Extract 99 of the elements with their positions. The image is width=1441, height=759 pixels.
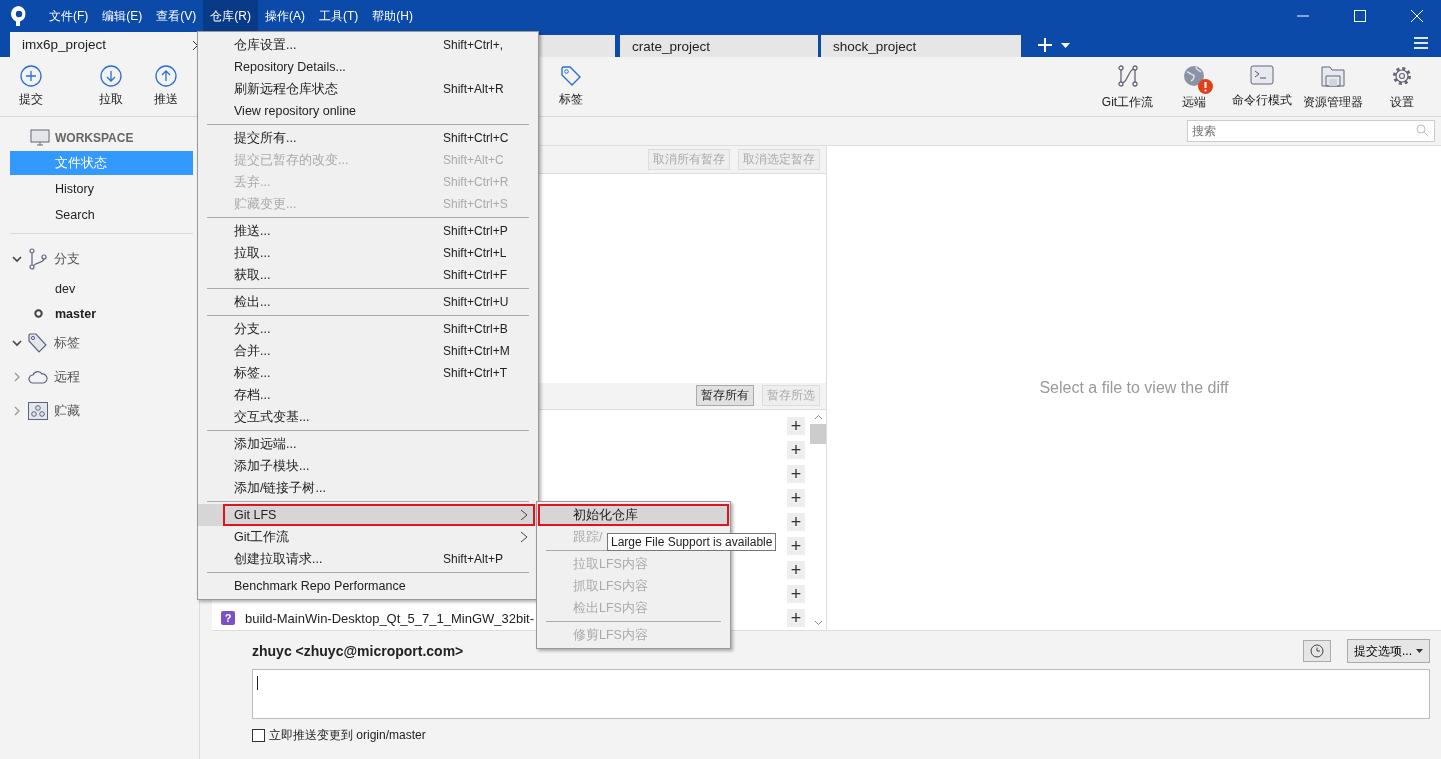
- sidebar-item[interactable]: Search: [10, 203, 193, 227]
- stage-file-button[interactable]: +: [787, 609, 805, 627]
- menu-bar-item[interactable]: 编辑(E): [95, 0, 150, 32]
- commit-message-field[interactable]: [252, 669, 1430, 719]
- menu-item[interactable]: 标签... Shift+Ctrl+T: [198, 362, 538, 384]
- menu-item[interactable]: 合并... Shift+Ctrl+M: [198, 340, 538, 362]
- stage-file-button[interactable]: +: [787, 513, 805, 531]
- menu-icon[interactable]: [1414, 37, 1428, 49]
- menu-item[interactable]: 提交所有... Shift+Ctrl+C: [198, 127, 538, 149]
- caret-icon[interactable]: [1061, 43, 1070, 48]
- down-arrow-circle-icon: [99, 65, 122, 87]
- toolbar-button[interactable]: 标签: [543, 57, 598, 116]
- menu-item[interactable]: 拉取... Shift+Ctrl+L: [198, 242, 538, 264]
- tab[interactable]: shock_project: [821, 35, 1021, 57]
- tab[interactable]: crate_project: [620, 35, 818, 57]
- menu-item[interactable]: 交互式变基...: [198, 406, 538, 428]
- stage-file-button[interactable]: +: [787, 417, 805, 435]
- menu-item[interactable]: Repository Details...: [198, 56, 538, 78]
- settings-icon: [1390, 65, 1413, 87]
- chevron-right-icon[interactable]: [12, 406, 22, 416]
- tag-icon: [559, 65, 582, 87]
- untracked-badge: ?: [221, 611, 235, 625]
- monitor-icon: [30, 129, 50, 147]
- stage-file-button[interactable]: +: [787, 489, 805, 507]
- menu-item[interactable]: 添加远端...: [198, 433, 538, 455]
- menu-item[interactable]: Benchmark Repo Performance: [198, 575, 538, 597]
- menu-item[interactable]: 创建拉取请求... Shift+Alt+P: [198, 548, 538, 570]
- sidebar-item[interactable]: History: [10, 177, 193, 201]
- menu-item[interactable]: 存档...: [198, 384, 538, 406]
- up-arrow-circle-icon: [154, 65, 177, 87]
- section-heading[interactable]: 标签: [54, 334, 80, 352]
- cloud-icon: [28, 370, 48, 384]
- stage-button[interactable]: 暂存所有: [696, 385, 754, 407]
- menu-item[interactable]: 检出... Shift+Ctrl+U: [198, 291, 538, 313]
- branch-item[interactable]: dev: [55, 281, 76, 296]
- branch-item[interactable]: master: [55, 306, 96, 321]
- chevron-down-icon[interactable]: [12, 338, 22, 348]
- section-heading: WORKSPACE: [55, 131, 134, 145]
- menu-item[interactable]: 推送... Shift+Ctrl+P: [198, 220, 538, 242]
- toolbar-button[interactable]: 推送: [138, 57, 193, 116]
- globe-icon: [1182, 65, 1205, 87]
- checkbox[interactable]: [252, 729, 265, 742]
- scroll-up-icon[interactable]: [813, 414, 823, 420]
- section-heading[interactable]: 贮藏: [54, 402, 80, 420]
- close-icon[interactable]: [1411, 10, 1423, 22]
- stage-file-button[interactable]: +: [787, 537, 805, 555]
- search-field[interactable]: 搜索: [1187, 120, 1435, 142]
- tooltip: Large File Support is available: [607, 533, 777, 551]
- stage-file-button[interactable]: +: [787, 585, 805, 603]
- menu-bar-item[interactable]: 仓库(R): [203, 0, 258, 32]
- stage-file-button[interactable]: +: [787, 441, 805, 459]
- toolbar-button[interactable]: Git工作流: [1097, 57, 1158, 116]
- checkbox-label[interactable]: 立即推送变更到 origin/master: [269, 727, 426, 744]
- search-icon: [1416, 124, 1429, 137]
- toolbar-button[interactable]: 命令行模式: [1229, 57, 1295, 116]
- file-name[interactable]: build-MainWin-Desktop_Qt_5_7_1_MinGW_32bit-: [245, 610, 535, 626]
- section-heading[interactable]: 远程: [54, 368, 80, 386]
- add-tab-icon[interactable]: [1037, 37, 1053, 53]
- menu-item[interactable]: 添加子模块...: [198, 455, 538, 477]
- terminal-icon: [1250, 65, 1274, 85]
- commit-options-dropdown[interactable]: 提交选项...: [1347, 639, 1430, 663]
- clock-icon: [1310, 644, 1324, 658]
- toolbar-button[interactable]: 设置: [1371, 57, 1432, 116]
- menu-item[interactable]: 分支... Shift+Ctrl+B: [198, 318, 538, 340]
- menu-item[interactable]: 添加/链接子树...: [198, 477, 538, 499]
- menu-item[interactable]: 获取... Shift+Ctrl+F: [198, 264, 538, 286]
- author-label: zhuyc <zhuyc@microport.com>: [252, 643, 464, 659]
- menu-bar-item[interactable]: 工具(T): [312, 0, 366, 32]
- section-heading[interactable]: 分支: [54, 250, 80, 268]
- stash-box-icon: [28, 402, 48, 420]
- empty-state-text: Select a file to view the diff: [1039, 379, 1229, 397]
- branch-icon: [28, 248, 48, 270]
- stage-file-button[interactable]: +: [787, 465, 805, 483]
- stage-file-button[interactable]: +: [787, 561, 805, 579]
- menu-item[interactable]: Git LFS: [198, 504, 538, 526]
- app-logo-icon: [10, 5, 28, 27]
- folder-icon: [1321, 65, 1345, 87]
- menu-item[interactable]: 刷新远程仓库状态 Shift+Alt+R: [198, 78, 538, 100]
- menu-bar-item[interactable]: 帮助(H): [365, 0, 420, 32]
- toolbar-button[interactable]: 资源管理器: [1300, 57, 1366, 116]
- plus-circle-icon: [19, 65, 42, 87]
- menu-item[interactable]: View repository online: [198, 100, 538, 122]
- menu-bar-item[interactable]: 操作(A): [258, 0, 312, 32]
- toolbar-button[interactable]: 远端: [1163, 57, 1224, 116]
- history-button[interactable]: [1303, 640, 1331, 662]
- menu-item[interactable]: Git工作流: [198, 526, 538, 548]
- scrollbar-thumb[interactable]: [810, 424, 826, 444]
- maximize-icon[interactable]: [1354, 10, 1366, 22]
- scroll-down-icon[interactable]: [813, 620, 823, 626]
- menu-bar-item[interactable]: 查看(V): [149, 0, 204, 32]
- menu-item[interactable]: 初始化仓库: [537, 504, 730, 526]
- chevron-right-icon[interactable]: [12, 372, 22, 382]
- tag-icon: [28, 333, 48, 353]
- menu-bar-item[interactable]: 文件(F): [42, 0, 96, 32]
- caret-icon: [1416, 649, 1423, 653]
- toolbar-button[interactable]: 拉取: [83, 57, 138, 116]
- flow-icon: [1116, 65, 1139, 87]
- chevron-down-icon[interactable]: [12, 254, 22, 264]
- toolbar-button[interactable]: 提交: [3, 57, 58, 116]
